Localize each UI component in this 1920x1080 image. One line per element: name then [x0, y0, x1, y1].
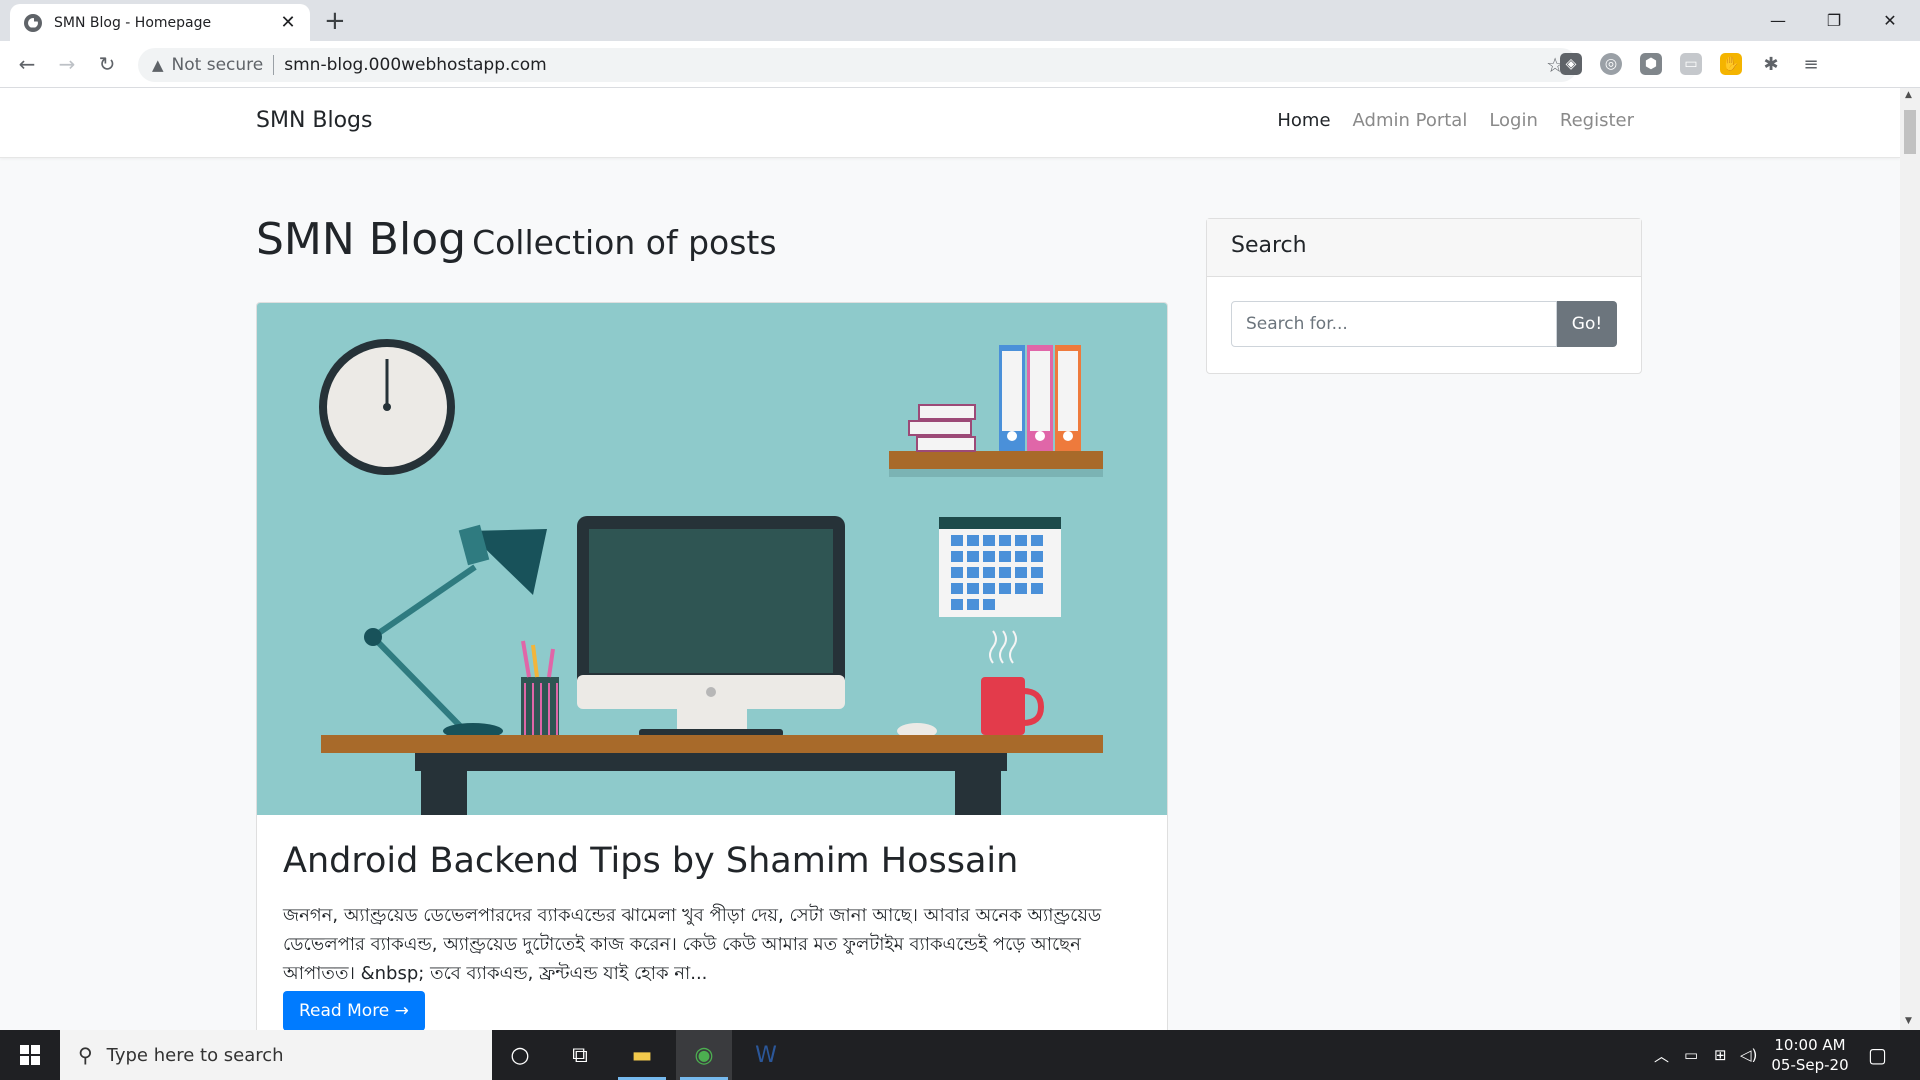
taskbar-search-placeholder: Type here to search [106, 1044, 284, 1066]
volume-icon[interactable]: ◁) [1740, 1030, 1757, 1080]
browser-tab-bar: SMN Blog - Homepage ✕ + — ❐ ✕ [0, 0, 1920, 41]
system-clock[interactable]: 10:00 AM 05-Sep-20 [1764, 1035, 1856, 1075]
read-more-button[interactable]: Read More → [283, 991, 425, 1030]
extension-shield-icon[interactable]: ◈ [1560, 53, 1582, 75]
battery-icon[interactable]: ▭ [1684, 1030, 1698, 1080]
page-heading: SMN Blog Collection of posts [256, 214, 777, 265]
search-icon: ⚲ [78, 1043, 93, 1067]
forward-button[interactable]: → [52, 49, 82, 79]
address-bar[interactable]: ▲ Not secure smn-blog.000webhostapp.com … [138, 48, 1578, 82]
restore-button[interactable]: ❐ [1806, 0, 1862, 41]
search-widget-title: Search [1207, 219, 1641, 277]
desk-illustration [319, 339, 1103, 815]
tab-title: SMN Blog - Homepage [54, 14, 212, 31]
nav-home-link[interactable]: Home [1277, 110, 1330, 131]
windows-logo-icon [20, 1045, 40, 1065]
security-label[interactable]: Not secure [172, 55, 264, 75]
extension-card-icon[interactable]: ▭ [1680, 53, 1702, 75]
post-title[interactable]: Android Backend Tips by Shamim Hossain [283, 841, 1018, 881]
warning-icon[interactable]: ▲ [152, 56, 164, 74]
site-navbar: SMN Blogs Home Admin Portal Login Regist… [0, 88, 1900, 158]
taskbar-search[interactable]: ⚲ Type here to search [60, 1030, 492, 1080]
post-excerpt: জনগন, অ্যাণ্ড্রয়েড ডেভেলপারদের ব্যাকএন্… [283, 905, 1102, 984]
nav-register-link[interactable]: Register [1560, 110, 1634, 131]
post-card: Android Backend Tips by Shamim Hossain জ… [256, 302, 1168, 1030]
show-hidden-icons[interactable]: ︿ [1654, 1030, 1669, 1080]
taskbar: ⚲ Type here to search ○ ⧉ ▬ ◉ W ︿ ▭ ⊞ ◁)… [0, 1030, 1920, 1080]
url-text[interactable]: smn-blog.000webhostapp.com [284, 55, 546, 75]
scroll-down-arrow-icon[interactable]: ▼ [1905, 1016, 1912, 1026]
page-subtitle: Collection of posts [472, 223, 777, 262]
tab-close-icon[interactable]: ✕ [278, 12, 298, 33]
search-widget: Search Search for... Go! [1206, 218, 1642, 374]
page-scrollbar[interactable]: ▲ ▼ [1900, 88, 1920, 1030]
site-nav-links: Home Admin Portal Login Register [1277, 110, 1634, 131]
extension-hand-icon[interactable]: ✋ [1720, 53, 1742, 75]
go-button[interactable]: Go! [1557, 301, 1617, 347]
search-input[interactable]: Search for... [1231, 301, 1557, 347]
globe-icon [24, 13, 42, 32]
scroll-up-arrow-icon[interactable]: ▲ [1905, 90, 1912, 100]
word-icon[interactable]: W [738, 1030, 794, 1080]
back-button[interactable]: ← [12, 49, 42, 79]
extensions-puzzle-icon[interactable]: ✱ [1760, 53, 1782, 75]
site-brand[interactable]: SMN Blogs [256, 108, 373, 133]
chrome-icon[interactable]: ◉ [676, 1030, 732, 1080]
browser-tab[interactable]: SMN Blog - Homepage ✕ [10, 4, 310, 41]
reload-button[interactable]: ↻ [92, 49, 122, 79]
file-explorer-icon[interactable]: ▬ [614, 1030, 670, 1080]
nav-login-link[interactable]: Login [1489, 110, 1538, 131]
new-tab-button[interactable]: + [324, 6, 346, 36]
extension-compass-icon[interactable]: ◎ [1600, 53, 1622, 75]
page-title: SMN Blog [256, 214, 467, 265]
web-page: SMN Blogs Home Admin Portal Login Regist… [0, 88, 1900, 1030]
network-icon[interactable]: ⊞ [1714, 1030, 1727, 1080]
notifications-icon[interactable]: ▢ [1868, 1030, 1887, 1080]
nav-admin-portal-link[interactable]: Admin Portal [1353, 110, 1468, 131]
cortana-icon[interactable]: ○ [492, 1030, 548, 1080]
start-button[interactable] [0, 1030, 60, 1080]
extension-cube-icon[interactable]: ⬢ [1640, 53, 1662, 75]
browser-toolbar: ← → ↻ ▲ Not secure smn-blog.000webhostap… [0, 41, 1920, 119]
clock-date: 05-Sep-20 [1771, 1056, 1849, 1074]
minimize-button[interactable]: — [1750, 0, 1806, 41]
media-queue-icon[interactable]: ≡ [1800, 53, 1822, 75]
clock-time: 10:00 AM [1774, 1036, 1846, 1054]
task-view-icon[interactable]: ⧉ [552, 1030, 608, 1080]
address-separator [273, 55, 275, 75]
scroll-thumb[interactable] [1904, 110, 1916, 154]
post-image[interactable] [257, 303, 1167, 815]
window-close-button[interactable]: ✕ [1862, 0, 1918, 41]
